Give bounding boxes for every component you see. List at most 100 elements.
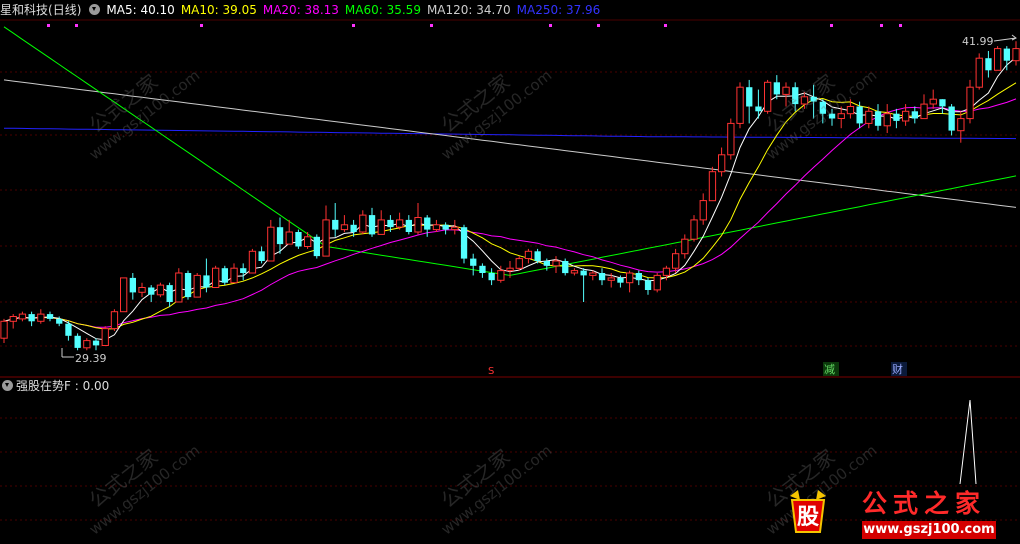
candle-up <box>193 274 201 298</box>
candle-down <box>893 113 900 121</box>
candle-down <box>470 258 477 266</box>
candle-up <box>681 238 689 255</box>
indicator-spike <box>959 399 977 485</box>
candle-up <box>9 316 17 322</box>
signal-dot <box>899 24 902 27</box>
candle-down <box>424 217 431 230</box>
candle-up <box>497 270 505 281</box>
candle-down <box>442 224 449 230</box>
candle-down <box>28 314 35 322</box>
candle-up <box>322 219 330 257</box>
candle-up <box>396 219 404 228</box>
candle-down <box>580 270 587 276</box>
candle-down <box>874 111 882 126</box>
candle-down <box>746 87 753 107</box>
candle-down <box>332 219 339 230</box>
candle-up <box>175 272 183 303</box>
candle-down <box>387 219 394 228</box>
candle-up <box>837 113 845 119</box>
indicator-dropdown-icon[interactable] <box>2 380 13 391</box>
candle-down <box>184 273 192 298</box>
candle-up <box>156 284 165 296</box>
candle-up <box>451 226 459 231</box>
s-event-marker: S <box>488 366 494 377</box>
low-price-label: 29.39 <box>75 352 107 365</box>
site-logo-url[interactable]: www.gszj100.com <box>862 521 996 539</box>
indicator-title-row: 强股在势F : 0.00 <box>0 378 109 394</box>
signal-dot <box>830 24 833 27</box>
candle-down <box>460 227 468 259</box>
candle-up <box>653 274 661 291</box>
candle-up <box>966 86 974 120</box>
candle-up <box>432 224 441 231</box>
candle-up <box>929 98 937 105</box>
candle-up <box>607 277 615 281</box>
candle-down <box>635 273 642 281</box>
badge-glyph: 股 <box>797 505 819 530</box>
candle-up <box>727 122 735 156</box>
candle-up <box>662 267 671 276</box>
candle-down <box>543 261 550 266</box>
candle-down <box>276 227 284 245</box>
candle-down <box>313 236 320 257</box>
candle-down <box>74 335 81 348</box>
signal-dot <box>352 24 355 27</box>
candle-up <box>690 219 698 240</box>
candle-up <box>736 86 744 124</box>
candle-down <box>92 340 100 346</box>
site-logo-badge-icon: 股 <box>790 490 826 533</box>
candle-down <box>488 273 495 281</box>
candle-down <box>46 314 54 319</box>
candle-down <box>350 224 357 232</box>
candle-up <box>212 267 220 289</box>
candle-up <box>248 250 257 274</box>
candle-up <box>672 253 680 269</box>
candle-down <box>939 99 946 107</box>
candle-down <box>295 232 302 247</box>
finance-event-marker: 财 <box>892 362 903 376</box>
candle-down <box>166 285 173 302</box>
candle-down <box>203 275 210 288</box>
candle-up <box>506 267 514 272</box>
candle-up <box>699 200 707 221</box>
candle-up <box>718 154 726 173</box>
candle-down <box>258 251 265 261</box>
candle-down <box>405 219 412 232</box>
signal-dot <box>597 24 600 27</box>
candle-down <box>65 323 72 336</box>
candle-up <box>865 110 873 124</box>
candle-up <box>285 231 293 245</box>
signal-dot <box>430 24 433 27</box>
candle-up <box>589 272 597 276</box>
candle-up <box>83 340 91 349</box>
candle-up <box>359 214 367 233</box>
candle-down <box>129 277 136 293</box>
candle-up <box>920 103 928 120</box>
candle-up <box>340 224 349 231</box>
candle-up <box>626 272 634 284</box>
candle-down <box>368 215 376 235</box>
candle-down <box>56 318 63 324</box>
indicator-title[interactable]: 强股在势F : 0.00 <box>16 379 109 393</box>
candle-down <box>856 106 863 124</box>
candle-up <box>975 57 983 88</box>
candle-down <box>644 280 652 290</box>
candle-down <box>221 268 228 283</box>
signal-dot <box>200 24 203 27</box>
candle-down <box>240 268 247 273</box>
candle-up <box>846 106 855 115</box>
candle-down <box>617 277 624 283</box>
signal-dot <box>75 24 78 27</box>
candle-down <box>479 265 486 273</box>
candle-up <box>304 236 312 248</box>
candle-up <box>994 48 1002 71</box>
high-price-marker: 41.99 <box>962 34 1017 48</box>
candle-down <box>985 58 992 71</box>
high-price-label: 41.99 <box>962 35 994 48</box>
signal-dots <box>47 24 902 27</box>
candle-up <box>267 226 275 262</box>
signal-dot <box>47 24 50 27</box>
signal-dot <box>549 24 552 27</box>
candle-up <box>110 311 119 330</box>
candle-up <box>708 171 717 202</box>
